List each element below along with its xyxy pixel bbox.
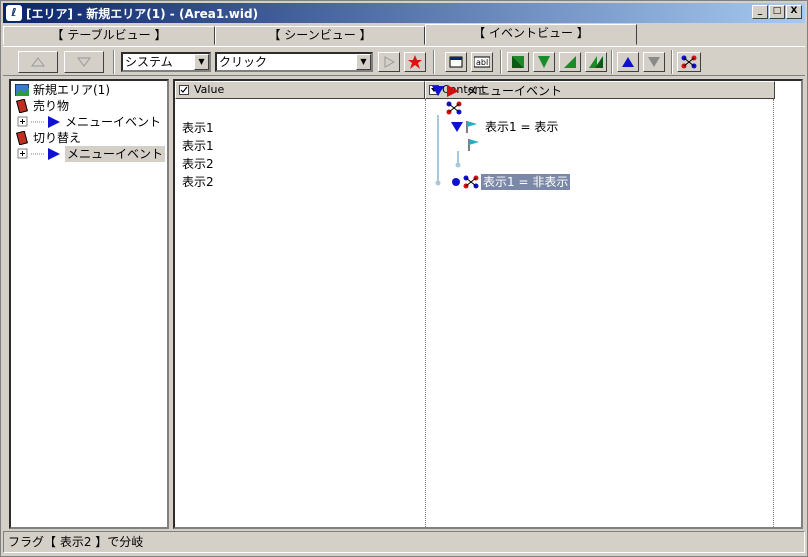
tree-item-label: 売り物 [33,99,70,113]
value-button[interactable]: abl [471,52,493,72]
red-triangle-icon [447,85,459,97]
branch-icon [681,55,697,69]
blue-up-icon [622,57,634,67]
tab-table-view[interactable]: 【 テーブルビュー 】 [3,26,215,45]
blue-dot-icon [452,178,460,186]
book-red-icon [15,131,29,145]
down-gray-icon [648,57,660,67]
green-flag-icon [512,56,524,68]
move-down-button[interactable] [64,51,104,73]
tab-event-view[interactable]: 【 イベントビュー 】 [425,24,637,45]
branch-icon [446,101,462,115]
content-label: 表示1 = 表示 [485,120,559,134]
content-row-branch[interactable] [446,100,462,116]
status-text: フラグ【 表示2 】で分岐 [8,535,144,549]
content-row-menu-event[interactable]: メニューイベント [432,83,562,99]
flag-green-1-button[interactable] [507,52,529,72]
chevron-down-icon[interactable]: ▼ [356,54,371,70]
action-select[interactable]: クリック ▼ [215,52,373,72]
app-icon: ℓ [6,5,22,21]
collapse-blue-icon [451,122,463,132]
flag-green-4-button[interactable] [585,52,607,72]
value-cell[interactable]: 表示2 [182,155,214,173]
value-cell[interactable]: 表示1 [182,137,214,155]
tree-item-label: 切り替え [33,131,82,145]
svg-text:abl: abl [476,58,488,67]
action-select-value: クリック [219,55,268,69]
expand-plus-icon [17,116,28,127]
value-header-label: Value [194,83,225,96]
up-button[interactable] [617,52,639,72]
window-button[interactable] [445,52,467,72]
close-button[interactable]: X [786,5,802,19]
abl-icon: abl [474,56,490,68]
red-star-icon [408,55,422,69]
area-tree-panel: 新規エリア(1) 売り物 メニューイベント 切り替え メニューイベント [9,79,169,529]
book-red-icon [15,99,29,113]
value-cell[interactable]: 表示1 [182,119,214,137]
category-select-value: システム [125,55,173,69]
checkbox-icon [179,85,189,95]
tree-item-label: 新規エリア(1) [33,83,110,97]
tree-item-menu-event-2[interactable]: メニューイベント [17,146,166,162]
toolbar-separator [611,50,613,74]
content-label: 表示1 = 非表示 [481,174,571,190]
content-row-flag[interactable] [467,137,481,153]
branch-icon [463,175,479,189]
collapse-blue-icon [432,86,444,96]
column-divider [773,99,774,527]
value-cell[interactable]: 表示2 [182,173,214,191]
tree-item-event-1[interactable]: 売り物 [15,98,69,114]
tree-item-label: メニューイベント [65,146,166,162]
tree-item-area[interactable]: 新規エリア(1) [15,82,110,98]
content-label: メニューイベント [466,84,563,98]
window-icon [449,56,463,68]
toolbar-separator [671,50,673,74]
cyan-flag-icon [466,121,477,133]
green-flag-icon [538,56,550,68]
blue-triangle-icon [48,116,60,128]
tree-item-menu-event-1[interactable]: メニューイベント [17,114,161,130]
down-button[interactable] [643,52,665,72]
app-window: ℓ [エリア] - 新規エリア(1) - (Area1.wid) _ □ X 【… [0,0,808,557]
toolbar: システム ▼ クリック ▼ abl [3,46,805,76]
toolbar-separator [433,50,435,74]
flag-green-2-button[interactable] [533,52,555,72]
expand-plus-icon [17,148,28,159]
cyan-flag-icon [468,139,479,151]
flag-green-3-button[interactable] [559,52,581,72]
toolbar-separator [113,50,115,74]
status-bar: フラグ【 表示2 】で分岐 [3,531,805,553]
up-arrow-icon [31,57,45,67]
area-map-icon [15,84,29,96]
play-icon [384,56,395,68]
minimize-button[interactable]: _ [752,5,768,19]
down-arrow-icon [77,57,91,67]
move-up-button[interactable] [18,51,58,73]
green-double-triangle-icon [589,56,603,68]
tree-item-label: メニューイベント [65,115,162,129]
column-divider [425,99,426,527]
toolbar-separator [500,50,502,74]
branch-button[interactable] [677,52,701,72]
view-tabs: 【 テーブルビュー 】 【 シーンビュー 】 【 イベントビュー 】 [3,24,805,45]
content-row-hide[interactable]: 表示1 = 非表示 [451,174,571,190]
tab-scene-view[interactable]: 【 シーンビュー 】 [215,26,425,45]
value-column-header[interactable]: Value [175,81,425,99]
content-row-show[interactable]: 表示1 = 表示 [451,119,558,135]
play-button[interactable] [378,52,400,72]
event-grid-panel: Value Content 表示1 表示1 表示2 表示2 メニューイベント 表… [173,79,803,529]
green-triangle-icon [564,56,576,68]
tree-item-event-2[interactable]: 切り替え [15,130,81,146]
window-title: [エリア] - 新規エリア(1) - (Area1.wid) [26,6,259,21]
blue-triangle-icon [48,148,60,160]
chevron-down-icon[interactable]: ▼ [194,54,209,70]
category-select[interactable]: システム ▼ [121,52,211,72]
maximize-button[interactable]: □ [769,5,785,19]
title-bar[interactable]: ℓ [エリア] - 新規エリア(1) - (Area1.wid) _ □ X [3,3,805,23]
delete-button[interactable] [404,52,426,72]
